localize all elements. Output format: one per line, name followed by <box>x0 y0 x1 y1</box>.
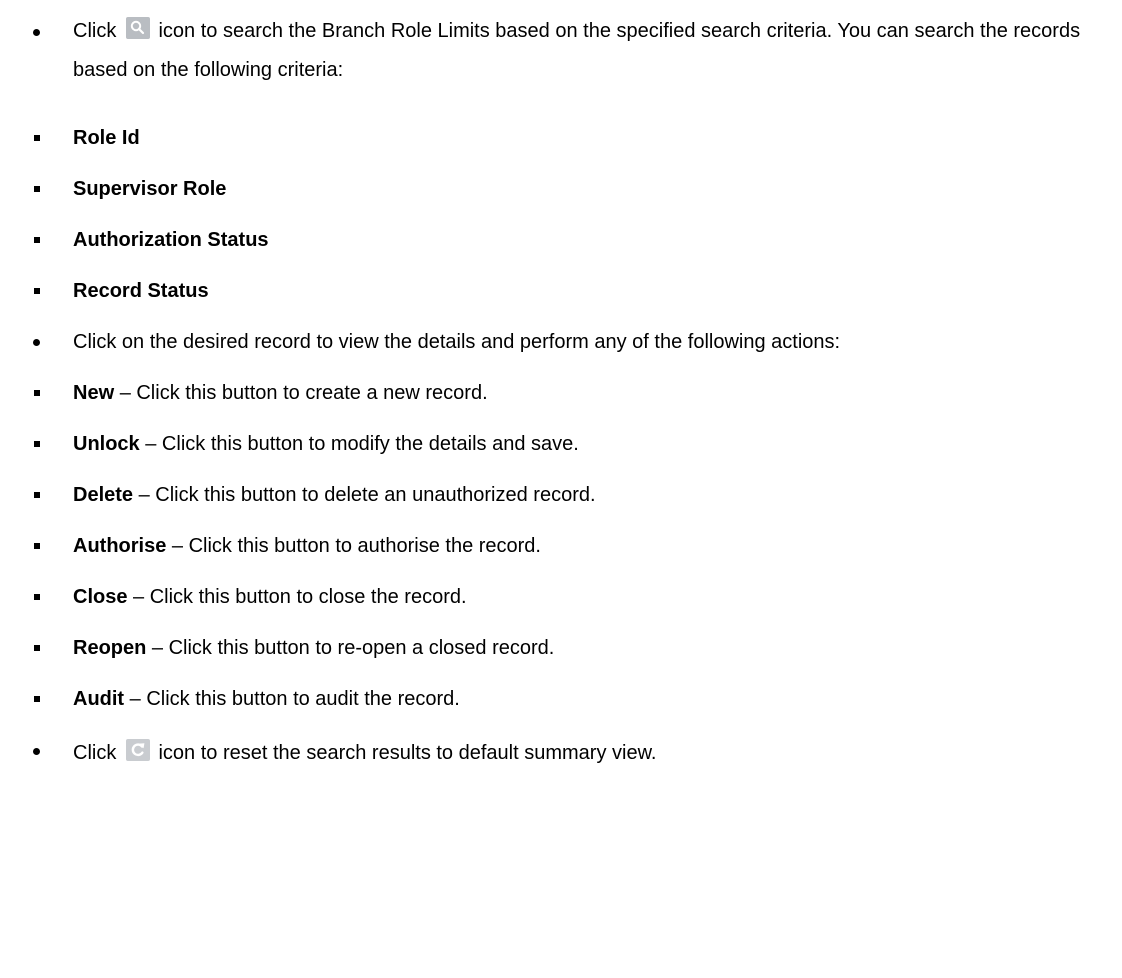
criteria-label: Supervisor Role <box>73 178 227 200</box>
search-instruction-text: Click icon to search the Branch Role Lim… <box>73 12 1116 90</box>
action-label: Reopen <box>73 637 147 659</box>
action-label: Unlock <box>73 433 140 455</box>
action-description: – Click this button to audit the record. <box>129 688 460 710</box>
action-label: Audit <box>73 688 125 710</box>
action-label: New <box>73 382 115 404</box>
action-label: Authorise <box>73 535 167 557</box>
bullet <box>34 186 40 192</box>
reset-instruction-body: icon to reset the search results to defa… <box>158 742 657 764</box>
bullet <box>34 645 40 651</box>
bullet <box>34 696 40 702</box>
bullet <box>34 390 40 396</box>
bullet <box>34 237 40 243</box>
action-description: – Click this button to authorise the rec… <box>171 535 541 557</box>
bullet <box>34 135 40 141</box>
bullet <box>33 339 40 346</box>
action-description: – Click this button to create a new reco… <box>119 382 488 404</box>
action-description: – Click this button to modify the detail… <box>145 433 579 455</box>
action-label: Delete <box>73 484 134 506</box>
bullet <box>34 492 40 498</box>
criteria-label: Authorization Status <box>73 229 269 251</box>
search-instruction-body: icon to search the Branch Role Limits ba… <box>73 20 1081 81</box>
reset-instruction-text: Click icon to reset the search results t… <box>73 739 1116 765</box>
criteria-label: Record Status <box>73 280 209 302</box>
action-description: – Click this button to close the record. <box>133 586 467 608</box>
action-description: – Click this button to delete an unautho… <box>138 484 596 506</box>
bullet <box>34 594 40 600</box>
bullet <box>33 748 40 755</box>
click-label: Click <box>73 20 117 42</box>
criteria-label: Role Id <box>73 127 140 149</box>
reset-icon[interactable] <box>125 739 150 761</box>
action-label: Close <box>73 586 128 608</box>
search-instruction: Click icon to search the Branch Role Lim… <box>0 17 1122 90</box>
bullet <box>33 29 40 36</box>
actions-intro-text: Click on the desired record to view the … <box>73 331 841 353</box>
bullet <box>34 441 40 447</box>
bullet <box>34 288 40 294</box>
bullet <box>34 543 40 549</box>
search-icon[interactable] <box>125 17 150 39</box>
action-description: – Click this button to re-open a closed … <box>151 637 555 659</box>
click-label: Click <box>73 742 117 764</box>
